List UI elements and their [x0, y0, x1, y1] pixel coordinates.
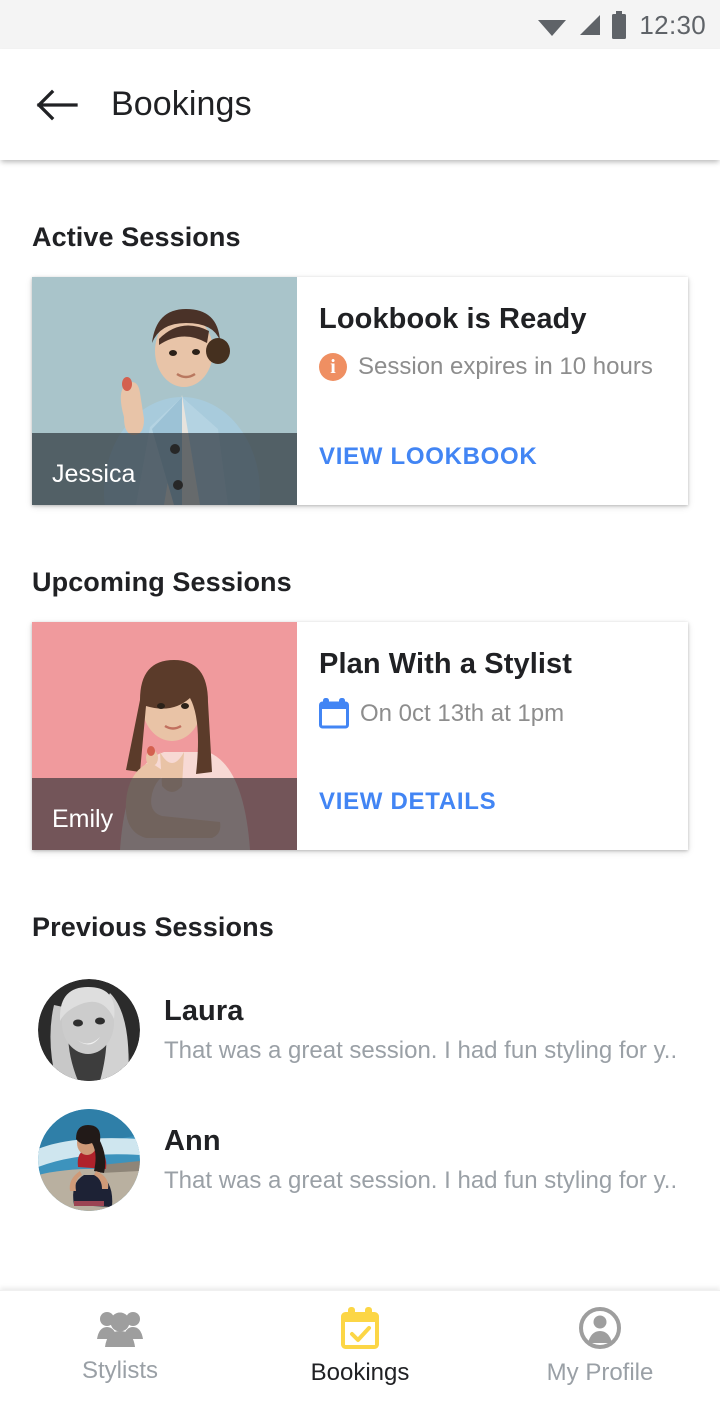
calendar-icon [319, 698, 349, 729]
section-title-active: Active Sessions [32, 222, 241, 252]
list-item-text: Ann That was a great session. I had fun … [164, 1125, 677, 1195]
avatar [38, 1109, 140, 1211]
arrow-left-icon [36, 89, 78, 121]
list-item-text: Laura That was a great session. I had fu… [164, 995, 677, 1065]
upcoming-card-body: Plan With a Stylist On 0ct 13th at 1pm V… [297, 622, 688, 850]
active-card-subtitle-row: i Session expires in 10 hours [319, 353, 688, 381]
stylist-name: Ann [164, 1125, 221, 1157]
status-time: 12:30 [639, 9, 706, 40]
upcoming-session-card[interactable]: Emily Plan With a Stylist On 0ct 13th at… [32, 622, 688, 850]
app-bar: Bookings [0, 49, 720, 160]
view-lookbook-button[interactable]: VIEW LOOKBOOK [319, 443, 688, 471]
info-icon: i [319, 353, 347, 381]
previous-sessions-list: Laura That was a great session. I had fu… [0, 965, 720, 1225]
nav-label-bookings: Bookings [310, 1358, 410, 1386]
upcoming-card-subtitle-row: On 0ct 13th at 1pm [319, 698, 688, 729]
page-title: Bookings [111, 85, 252, 123]
upcoming-card-title: Plan With a Stylist [319, 648, 573, 680]
battery-icon [611, 10, 627, 39]
account-circle-icon [579, 1306, 621, 1349]
cell-signal-icon [576, 13, 602, 37]
back-button[interactable] [25, 73, 89, 137]
session-message: That was a great session. I had fun styl… [164, 1167, 678, 1194]
avatar [38, 979, 140, 1081]
bottom-navigation: Stylists Bookings My Profile [0, 1290, 720, 1402]
section-title-previous: Previous Sessions [32, 912, 274, 942]
upcoming-card-subtitle: On 0ct 13th at 1pm [360, 699, 565, 727]
list-item[interactable]: Laura That was a great session. I had fu… [0, 965, 720, 1095]
section-title-upcoming: Upcoming Sessions [32, 567, 292, 597]
list-item[interactable]: Ann That was a great session. I had fun … [0, 1095, 720, 1225]
stylist-name: Laura [164, 995, 244, 1027]
active-card-title: Lookbook is Ready [319, 303, 587, 335]
view-details-button[interactable]: VIEW DETAILS [319, 788, 688, 816]
stylist-photo-emily: Emily [32, 622, 297, 850]
stylist-name-label: Emily [52, 805, 114, 833]
active-card-body: Lookbook is Ready i Session expires in 1… [297, 277, 688, 505]
active-session-card[interactable]: Jessica Lookbook is Ready i Session expi… [32, 277, 688, 505]
stylist-name-label: Jessica [52, 460, 136, 488]
bookings-content: Active Sessions Jessica Lookbook is Read… [0, 222, 720, 1225]
status-bar: 12:30 [0, 0, 720, 49]
session-message: That was a great session. I had fun styl… [164, 1037, 678, 1064]
active-card-subtitle: Session expires in 10 hours [358, 353, 653, 380]
nav-item-bookings[interactable]: Bookings [240, 1291, 480, 1402]
nav-label-my-profile: My Profile [546, 1358, 654, 1386]
nav-label-stylists: Stylists [81, 1356, 158, 1384]
wifi-icon [537, 13, 567, 37]
nav-item-my-profile[interactable]: My Profile [480, 1291, 720, 1402]
nav-item-stylists[interactable]: Stylists [0, 1291, 240, 1402]
calendar-check-icon [339, 1306, 381, 1349]
people-group-icon [97, 1309, 143, 1347]
stylist-photo-jessica: Jessica [32, 277, 297, 505]
